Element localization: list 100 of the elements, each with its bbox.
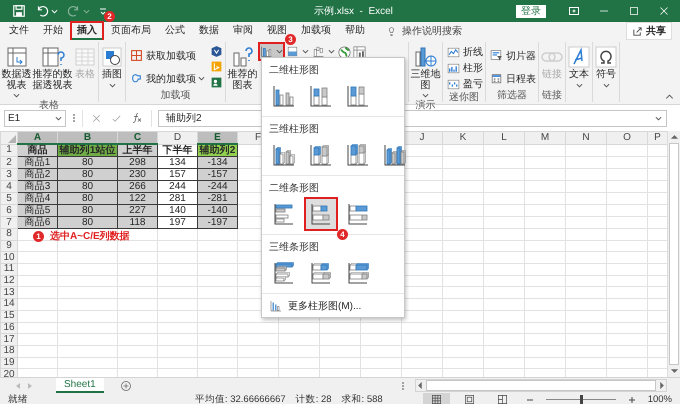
column-header[interactable]: P	[648, 132, 667, 144]
column-header[interactable]: C	[118, 132, 158, 144]
ribbon-tab[interactable]: 公式	[159, 22, 191, 40]
scroll-down-icon[interactable]	[670, 368, 678, 375]
caret-icon	[83, 8, 90, 14]
ribbon-display-icon[interactable]	[568, 5, 580, 17]
row-header[interactable]: 2	[0, 156, 18, 168]
ribbon-button[interactable]: 推荐的数据透视表	[32, 44, 73, 92]
row-header[interactable]: 12	[0, 275, 18, 287]
zoom-in-icon[interactable]	[628, 396, 636, 404]
tile-icon	[210, 60, 223, 74]
ribbon-button[interactable]: 盈亏	[446, 76, 484, 92]
row-header[interactable]: 13	[0, 286, 18, 299]
chart-type-option[interactable]	[305, 199, 337, 229]
row-header[interactable]: 5	[0, 192, 18, 204]
column-header[interactable]: M	[524, 132, 566, 144]
ribbon-tab[interactable]: 帮助	[339, 22, 371, 40]
collapse-icon[interactable]	[665, 92, 674, 101]
grid-icon	[130, 49, 143, 62]
row-header[interactable]: 9	[0, 240, 18, 252]
ribbon-tab[interactable]: 加载项	[295, 22, 337, 40]
column-header[interactable]: N	[566, 132, 606, 144]
scroll-right-icon[interactable]	[659, 381, 666, 390]
close-icon[interactable]	[658, 5, 670, 17]
column-header[interactable]: O	[606, 132, 648, 144]
column-chart-icon	[309, 143, 333, 167]
login-button[interactable]: 登录	[516, 4, 546, 18]
row-header[interactable]: 10	[0, 252, 18, 264]
ribbon-button[interactable]: 获取加载项	[129, 48, 197, 64]
ribbon-button[interactable]	[209, 44, 224, 60]
more-charts-item[interactable]: 更多柱形图(M)...	[262, 293, 404, 320]
shapes-icon	[130, 72, 143, 85]
ribbon-button[interactable]: 我的加载项	[129, 70, 206, 86]
ribbon-button[interactable]: 插图	[100, 44, 124, 90]
normal-view-button[interactable]	[422, 393, 450, 404]
cancel-icon[interactable]	[91, 112, 102, 124]
ribbon-button[interactable]: 柱形	[446, 60, 484, 76]
table-icon	[40, 45, 64, 69]
column-header[interactable]: B	[58, 132, 118, 144]
annotation-text: 选中A~C/E列数据	[50, 230, 130, 243]
row-header[interactable]: 1	[0, 144, 18, 156]
scrollbar-thumb[interactable]	[426, 380, 656, 391]
globe-icon	[414, 45, 438, 69]
table-cell: 80	[58, 216, 118, 228]
maximize-icon[interactable]	[628, 5, 640, 17]
column-header[interactable]: A	[18, 132, 58, 144]
column-chart-icon	[270, 300, 282, 312]
column-header[interactable]: E	[198, 132, 238, 144]
ribbon-button[interactable]	[209, 74, 224, 90]
table-cell: 157	[158, 168, 198, 180]
name-box[interactable]: E1	[4, 110, 66, 126]
table-cell: 140	[158, 204, 198, 216]
column-header[interactable]: L	[484, 132, 524, 144]
row-header[interactable]: 11	[0, 264, 18, 276]
ribbon-tab[interactable]: 开始	[37, 22, 69, 40]
ribbon-tab[interactable]: 审阅	[227, 22, 259, 40]
function-icon[interactable]	[131, 112, 143, 124]
save-icon[interactable]	[12, 4, 26, 18]
row-header[interactable]: 3	[0, 168, 18, 180]
slider-thumb[interactable]	[580, 395, 583, 404]
row-header[interactable]: 16	[0, 322, 18, 334]
scroll-up-icon[interactable]	[670, 133, 678, 140]
ribbon-tab[interactable]: 数据	[193, 22, 225, 40]
check-icon[interactable]	[111, 112, 122, 124]
column-header[interactable]: K	[442, 132, 484, 144]
ribbon-button[interactable]: 推荐的图表	[227, 44, 258, 92]
horizontal-scrollbar[interactable]	[415, 379, 667, 392]
ribbon-button[interactable]: 数据透视表	[1, 44, 32, 100]
share-button[interactable]: 共享	[626, 22, 672, 40]
ribbon-button[interactable]: 日程表	[489, 70, 537, 86]
row-header[interactable]: 17	[0, 334, 18, 346]
row-header[interactable]: 15	[0, 310, 18, 322]
bar-chart-icon	[346, 261, 370, 285]
row-header[interactable]: 8	[0, 228, 18, 240]
splitter-icon[interactable]	[401, 380, 405, 392]
zoom-level[interactable]: 100%	[648, 394, 672, 404]
ribbon-button[interactable]: 符号	[594, 44, 618, 90]
search-field[interactable]: 操作说明搜索	[385, 24, 462, 38]
undo-button[interactable]	[35, 4, 58, 18]
scrollbar-thumb[interactable]	[669, 143, 679, 365]
ribbon-button[interactable]: 文本	[567, 44, 591, 90]
vertical-scrollbar[interactable]	[667, 131, 680, 377]
customize-icon[interactable]	[99, 6, 107, 16]
ribbon-tab[interactable]: 文件	[3, 22, 35, 40]
row-header[interactable]: 18	[0, 345, 18, 358]
ribbon-button[interactable]: 三维地图	[410, 44, 441, 100]
ribbon-button[interactable]: 折线	[446, 44, 484, 60]
row-header[interactable]: 19	[0, 357, 18, 369]
sheet-tab[interactable]: Sheet1	[56, 378, 104, 393]
scroll-left-icon[interactable]	[416, 381, 423, 390]
ribbon-button[interactable]: 切片器	[489, 48, 537, 64]
column-chart-icon	[309, 84, 333, 108]
row-header[interactable]: 6	[0, 204, 18, 216]
ribbon-button[interactable]	[311, 44, 336, 59]
row-header[interactable]: 4	[0, 180, 18, 192]
add-sheet-icon[interactable]	[120, 380, 132, 392]
ribbon-tab[interactable]: 页面布局	[105, 22, 157, 40]
row-header[interactable]: 14	[0, 298, 18, 310]
column-header[interactable]: D	[158, 132, 198, 144]
row-header[interactable]: 7	[0, 216, 18, 228]
